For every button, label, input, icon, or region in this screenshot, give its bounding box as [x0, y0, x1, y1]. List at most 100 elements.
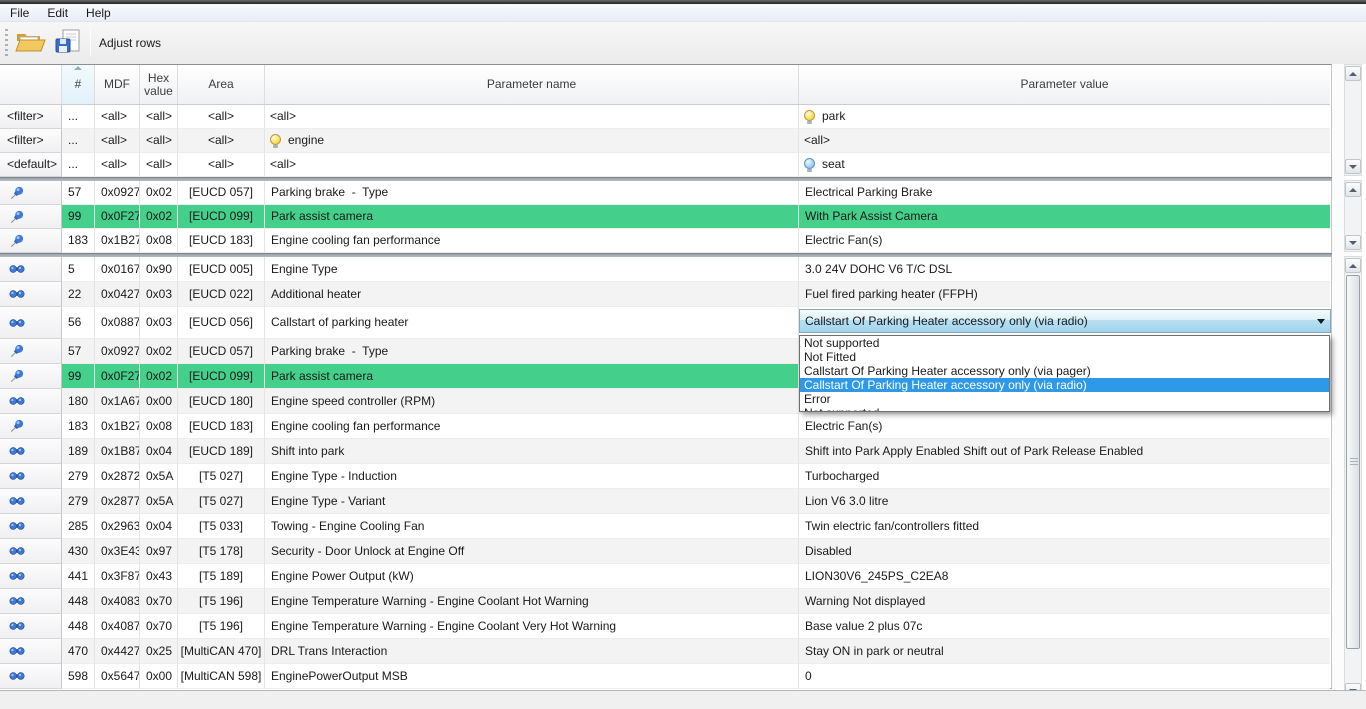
filter-cell-mdf[interactable]: <all> — [95, 153, 140, 177]
filter-row[interactable]: <default> ... <all> <all> <all> <all> se… — [0, 153, 1330, 177]
cell-parameter-value[interactable]: Lion V6 3.0 litre — [799, 489, 1330, 514]
filter-cell-area[interactable]: <all> — [178, 105, 265, 129]
cell-parameter-value[interactable]: Twin electric fan/controllers fitted — [799, 514, 1330, 539]
dropdown-option[interactable]: Not Fitted — [800, 350, 1329, 364]
column-header-parameter-name[interactable]: Parameter name — [265, 65, 799, 104]
filter-cell-hex[interactable]: <all> — [140, 105, 178, 129]
row-selector[interactable] — [0, 181, 62, 205]
row-selector[interactable] — [0, 539, 62, 564]
cell-parameter-value[interactable]: Warning Not displayed — [799, 589, 1330, 614]
row-selector[interactable] — [0, 205, 62, 229]
filter-cell-number[interactable]: ... — [62, 129, 95, 153]
table-row[interactable]: 183 0x1B27 0x08 [EUCD 183] Engine coolin… — [0, 229, 1330, 253]
toolbar-grip[interactable] — [5, 29, 8, 57]
cell-parameter-value[interactable]: Fuel fired parking heater (FFPH) — [799, 282, 1330, 307]
row-selector[interactable] — [0, 364, 62, 389]
column-header-hexvalue[interactable]: Hex value — [140, 65, 178, 104]
menu-item[interactable]: Edit — [39, 5, 76, 21]
table-row[interactable]: 598 0x5647 0x00 [MultiCAN 598] EnginePow… — [0, 664, 1330, 689]
table-row[interactable]: 448 0x4083 0x70 [T5 196] Engine Temperat… — [0, 589, 1330, 614]
filter-row-label[interactable]: <filter> — [0, 105, 62, 129]
table-row[interactable]: 285 0x2963 0x04 [T5 033] Towing - Engine… — [0, 514, 1330, 539]
cell-parameter-value[interactable]: Electrical Parking Brake — [799, 181, 1330, 205]
table-row[interactable]: 99 0x0F27 0x02 [EUCD 099] Park assist ca… — [0, 205, 1330, 229]
row-selector[interactable] — [0, 229, 62, 253]
table-row[interactable]: 189 0x1B87 0x04 [EUCD 189] Shift into pa… — [0, 439, 1330, 464]
filter-cell-hex[interactable]: <all> — [140, 153, 178, 177]
scroll-down-button[interactable] — [1345, 159, 1361, 174]
filter-cell-parameter-value[interactable]: park — [799, 105, 1330, 129]
filter-row[interactable]: <filter> ... <all> <all> <all> engine <a… — [0, 129, 1330, 153]
row-selector[interactable] — [0, 664, 62, 689]
table-row[interactable]: 57 0x0927 0x02 [EUCD 057] Parking brake … — [0, 181, 1330, 205]
row-selector[interactable] — [0, 489, 62, 514]
column-header-mdf[interactable]: MDF — [95, 65, 140, 104]
parameter-value-combobox[interactable]: Callstart Of Parking Heater accessory on… — [799, 309, 1331, 333]
row-selector[interactable] — [0, 564, 62, 589]
row-selector[interactable] — [0, 307, 62, 339]
table-row[interactable]: 470 0x4427 0x25 [MultiCAN 470] DRL Trans… — [0, 639, 1330, 664]
row-selector[interactable] — [0, 257, 62, 282]
filter-cell-mdf[interactable]: <all> — [95, 129, 140, 153]
table-row[interactable]: 279 0x2877 0x5A [T5 027] Engine Type - V… — [0, 489, 1330, 514]
scroll-up-button[interactable] — [1345, 66, 1361, 81]
filter-cell-parameter-value[interactable]: seat — [799, 153, 1330, 177]
save-file-button[interactable] — [49, 26, 87, 60]
filter-cell-parameter-name[interactable]: <all> — [265, 105, 799, 129]
table-row[interactable]: 441 0x3F87 0x43 [T5 189] Engine Power Ou… — [0, 564, 1330, 589]
cell-parameter-value[interactable]: Electric Fan(s) — [799, 229, 1330, 253]
cell-parameter-value[interactable]: With Park Assist Camera — [799, 205, 1330, 229]
filter-cell-hex[interactable]: <all> — [140, 129, 178, 153]
scroll-down-button[interactable] — [1345, 235, 1361, 250]
filter-cell-area[interactable]: <all> — [178, 129, 265, 153]
cell-parameter-value[interactable]: Turbocharged — [799, 464, 1330, 489]
row-selector[interactable] — [0, 439, 62, 464]
table-row[interactable]: 183 0x1B27 0x08 [EUCD 183] Engine coolin… — [0, 414, 1330, 439]
filter-cell-parameter-name[interactable]: <all> — [265, 153, 799, 177]
column-header-parameter-value[interactable]: Parameter value — [799, 65, 1330, 104]
cell-parameter-value[interactable]: Base value 2 plus 07c — [799, 614, 1330, 639]
table-row[interactable]: 430 0x3E43 0x97 [T5 178] Security - Door… — [0, 539, 1330, 564]
table-row[interactable]: 279 0x2872 0x5A [T5 027] Engine Type - I… — [0, 464, 1330, 489]
filter-cell-number[interactable]: ... — [62, 153, 95, 177]
vertical-scrollbar-pinned-section[interactable] — [1344, 180, 1362, 252]
vertical-scrollbar-filter-section[interactable] — [1344, 64, 1362, 176]
table-row[interactable]: 448 0x4087 0x70 [T5 196] Engine Temperat… — [0, 614, 1330, 639]
open-file-button[interactable] — [11, 26, 49, 60]
table-row[interactable]: 5 0x0167 0x90 [EUCD 005] Engine Type 3.0… — [0, 257, 1330, 282]
cell-parameter-value[interactable]: Electric Fan(s) — [799, 414, 1330, 439]
row-selector[interactable] — [0, 282, 62, 307]
menu-item[interactable]: File — [2, 5, 37, 21]
filter-cell-parameter-name[interactable]: engine — [265, 129, 799, 153]
cell-parameter-value[interactable]: 3.0 24V DOHC V6 T/C DSL — [799, 257, 1330, 282]
column-header-area[interactable]: Area — [178, 65, 265, 104]
column-header-number[interactable]: # — [62, 65, 95, 104]
table-row[interactable]: 22 0x0427 0x03 [EUCD 022] Additional hea… — [0, 282, 1330, 307]
dropdown-option[interactable]: Not supported — [800, 336, 1329, 350]
scrollbar-thumb[interactable] — [1346, 275, 1360, 649]
column-header-rowselector[interactable] — [0, 65, 62, 104]
filter-cell-mdf[interactable]: <all> — [95, 105, 140, 129]
filter-cell-number[interactable]: ... — [62, 105, 95, 129]
scroll-up-button[interactable] — [1345, 258, 1361, 273]
chevron-down-icon[interactable] — [1312, 319, 1330, 324]
cell-parameter-value[interactable]: Shift into Park Apply Enabled Shift out … — [799, 439, 1330, 464]
row-selector[interactable] — [0, 339, 62, 364]
filter-cell-parameter-value[interactable]: <all> — [799, 129, 1330, 153]
row-selector[interactable] — [0, 389, 62, 414]
dropdown-option[interactable]: Callstart Of Parking Heater accessory on… — [800, 364, 1329, 378]
cell-parameter-value[interactable]: LION30V6_245PS_C2EA8 — [799, 564, 1330, 589]
cell-parameter-value[interactable]: Stay ON in park or neutral — [799, 639, 1330, 664]
menu-item[interactable]: Help — [78, 5, 119, 21]
dropdown-option[interactable]: Callstart Of Parking Heater accessory on… — [800, 378, 1329, 392]
row-selector[interactable] — [0, 464, 62, 489]
cell-parameter-value[interactable]: Disabled — [799, 539, 1330, 564]
row-selector[interactable] — [0, 639, 62, 664]
row-selector[interactable] — [0, 614, 62, 639]
cell-parameter-value[interactable]: 0 — [799, 664, 1330, 689]
row-selector[interactable] — [0, 589, 62, 614]
row-selector[interactable] — [0, 514, 62, 539]
vertical-scrollbar-main-section[interactable] — [1344, 256, 1362, 700]
dropdown-option[interactable]: Error — [800, 392, 1329, 406]
filter-row-label[interactable]: <default> — [0, 153, 62, 177]
